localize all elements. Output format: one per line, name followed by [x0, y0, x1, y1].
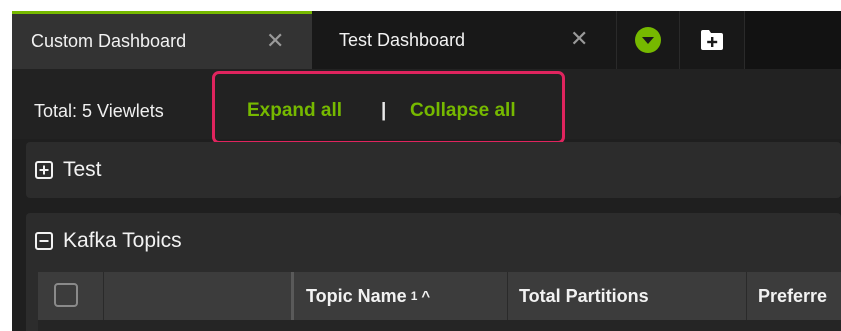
- column-label: Preferre: [758, 285, 828, 306]
- column-label: Total Partitions: [519, 285, 649, 306]
- table-header: Topic Name 1 ^ Total Partitions Preferre: [38, 272, 841, 320]
- column-topic-name[interactable]: Topic Name 1 ^: [294, 272, 508, 320]
- dropdown-button[interactable]: [617, 11, 680, 69]
- plus-square-icon[interactable]: [35, 161, 53, 179]
- tab-label: Test Dashboard: [339, 29, 466, 50]
- blank-column: [104, 272, 294, 320]
- add-folder-icon: [701, 30, 723, 50]
- new-dashboard-button[interactable]: [680, 11, 745, 69]
- tab-custom-dashboard[interactable]: Custom Dashboard ✕: [12, 11, 312, 69]
- tab-label: Custom Dashboard: [31, 31, 187, 51]
- tab-bar: Custom Dashboard ✕ Test Dashboard ✕: [12, 11, 841, 69]
- chevron-down-icon: [635, 27, 661, 53]
- sort-order: 1: [410, 289, 418, 303]
- dashboard-app: Custom Dashboard ✕ Test Dashboard ✕ Tota…: [12, 11, 841, 331]
- column-label: Topic Name: [306, 285, 407, 306]
- sort-asc-icon: ^: [421, 287, 431, 305]
- select-all-checkbox[interactable]: [54, 283, 78, 307]
- highlight-box: [212, 71, 565, 144]
- close-icon[interactable]: ✕: [570, 28, 588, 50]
- tab-test-dashboard[interactable]: Test Dashboard ✕: [312, 11, 617, 69]
- panel-title: Test: [63, 158, 102, 181]
- panel-test[interactable]: Test: [26, 142, 841, 198]
- minus-square-icon[interactable]: [35, 232, 53, 250]
- column-total-partitions[interactable]: Total Partitions: [508, 272, 747, 320]
- viewlet-count: Total: 5 Viewlets: [34, 101, 164, 121]
- close-icon[interactable]: ✕: [266, 30, 284, 52]
- table-body: [38, 320, 841, 331]
- column-preferred[interactable]: Preferre: [747, 272, 841, 320]
- panel-title: Kafka Topics: [63, 229, 182, 252]
- select-all-column: [38, 272, 104, 320]
